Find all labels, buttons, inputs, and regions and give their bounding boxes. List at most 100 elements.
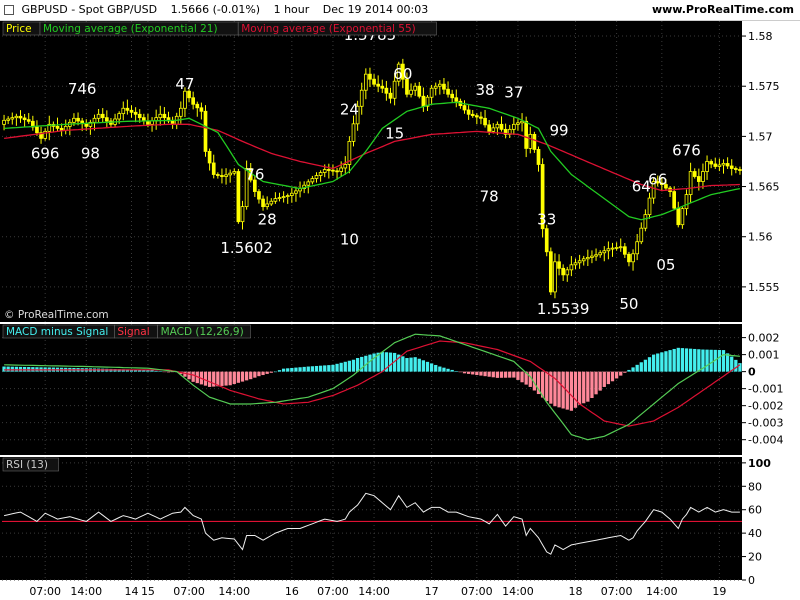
price-annotation: 746: [68, 80, 97, 98]
candle-up: [643, 214, 648, 229]
candle-down: [211, 162, 216, 175]
candle-up: [318, 172, 323, 176]
time-tick-label: 14:00: [646, 585, 678, 598]
time-tick-label: 15: [141, 585, 155, 598]
candle-down: [462, 105, 467, 111]
macd-histogram-bar: [18, 366, 23, 372]
candle-up: [359, 89, 364, 107]
macd-histogram-bar: [257, 371, 261, 377]
candle-down: [100, 113, 105, 119]
candle-down: [26, 119, 31, 122]
candle-up: [96, 113, 101, 119]
chart-window: GBPUSD - Spot GBP/USD 1.5666 (-0.01%) 1 …: [0, 0, 800, 600]
price-panel: [0, 21, 742, 322]
rsi-panel: [0, 457, 742, 580]
macd-histogram-bar: [273, 371, 278, 373]
macd-histogram-bar: [647, 357, 652, 372]
price-annotation: 05: [656, 256, 675, 274]
candle-up: [647, 197, 652, 216]
price-legend-label: Moving average (Exponential 21): [43, 23, 218, 35]
macd-histogram-bar: [471, 371, 475, 375]
candle-down: [466, 109, 471, 115]
time-tick-label: 17: [425, 585, 439, 598]
time-tick-label: 18: [569, 585, 583, 598]
macd-histogram-bar: [302, 366, 306, 372]
macd-histogram-bar: [372, 353, 376, 372]
macd-histogram-bar: [553, 371, 557, 407]
macd-histogram-bar: [499, 371, 504, 378]
macd-histogram-bar: [462, 371, 467, 374]
macd-histogram-bar: [734, 359, 738, 372]
candle-down: [55, 125, 60, 129]
candle-down: [470, 113, 475, 117]
macd-histogram-bar: [717, 349, 722, 372]
candle-up: [598, 252, 603, 256]
macd-histogram-bar: [232, 371, 236, 385]
price-annotation: 1.5602: [220, 239, 273, 257]
macd-histogram-bar: [388, 352, 393, 372]
candle-up: [294, 190, 298, 194]
macd-histogram-bar: [244, 371, 249, 381]
macd-histogram-bar: [421, 360, 426, 372]
candle-down: [215, 174, 220, 176]
candle-up: [705, 161, 709, 172]
macd-histogram-bar: [672, 348, 676, 372]
macd-tick-label: -0.001: [748, 383, 783, 396]
macd-histogram-bar: [668, 350, 672, 372]
candle-down: [125, 107, 130, 111]
macd-histogram-bar: [253, 371, 257, 378]
macd-histogram-bar: [10, 366, 14, 372]
macd-histogram-bar: [545, 371, 549, 402]
macd-histogram-bar: [725, 353, 730, 372]
candle-up: [606, 248, 611, 252]
macd-histogram-bar: [446, 368, 450, 372]
price-annotation: 60: [393, 65, 412, 83]
macd-histogram-bar: [339, 362, 343, 372]
macd-histogram-bar: [220, 371, 224, 386]
candle-down: [725, 163, 730, 167]
candle-up: [117, 113, 122, 120]
candle-up: [618, 246, 623, 249]
macd-histogram-bar: [651, 354, 656, 372]
macd-histogram-bar: [236, 371, 241, 383]
macd-histogram-bar: [281, 368, 286, 372]
time-tick-label: 16: [285, 585, 299, 598]
macd-histogram-bar: [240, 371, 245, 382]
macd-legend-label: MACD (12,26,9): [161, 326, 244, 338]
candle-down: [729, 165, 734, 169]
macd-histogram-bar: [606, 371, 611, 385]
candle-up: [565, 269, 570, 276]
price-tick-label: 1.57: [748, 130, 773, 143]
macd-tick-label: -0.003: [748, 417, 783, 430]
price-axis-bg: [742, 21, 800, 322]
candle-up: [392, 80, 397, 99]
macd-histogram-bar: [290, 367, 294, 372]
candle-up: [322, 169, 327, 173]
rsi-tick-label: 40: [748, 527, 762, 540]
candle-down: [388, 92, 393, 99]
macd-histogram-bar: [483, 371, 487, 377]
macd-histogram-bar: [405, 358, 409, 372]
price-annotation: 99: [550, 121, 569, 139]
time-tick-label: 07:00: [29, 585, 61, 598]
macd-histogram-bar: [495, 371, 500, 378]
candle-up: [281, 196, 286, 198]
macd-histogram-bar: [623, 371, 627, 373]
macd-histogram-bar: [331, 364, 335, 372]
rsi-tick-label: 20: [748, 551, 762, 564]
macd-histogram-bar: [503, 371, 508, 378]
macd-histogram-bar: [191, 371, 195, 382]
candle-down: [137, 113, 142, 119]
macd-histogram-bar: [619, 371, 623, 376]
macd-histogram-bar: [512, 371, 516, 378]
macd-histogram-bar: [14, 366, 19, 372]
price-annotation: 676: [672, 141, 701, 159]
candle-down: [35, 126, 39, 134]
candle-up: [437, 83, 442, 87]
candle-down: [191, 97, 196, 105]
candle-up: [581, 258, 586, 262]
candle-up: [306, 181, 311, 186]
candle-up: [511, 123, 516, 130]
time-tick-label: 14: [125, 585, 139, 598]
candle-down: [487, 124, 492, 132]
